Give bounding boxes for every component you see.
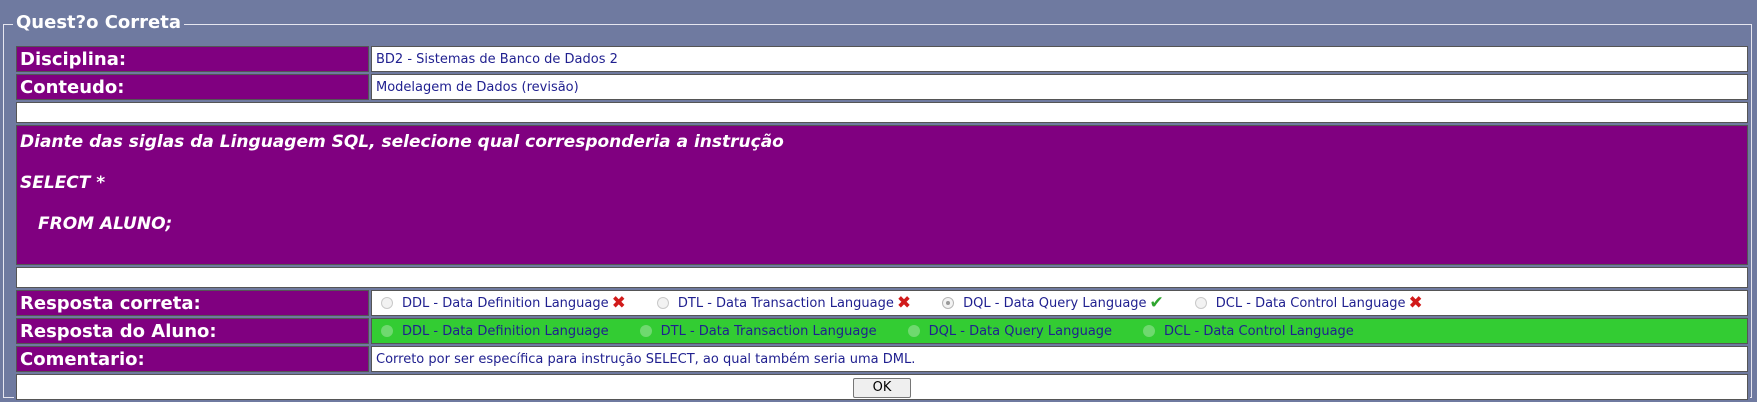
- option-label: DDL - Data Definition Language: [402, 295, 609, 311]
- spacer-cell: [16, 102, 1748, 123]
- comentario-row: Comentario: Correto por ser específica p…: [16, 346, 1748, 372]
- ok-button[interactable]: OK: [853, 377, 911, 398]
- radio-ddl[interactable]: [381, 297, 393, 309]
- radio-dcl[interactable]: [1194, 297, 1207, 309]
- aluno-option-dcl: DCL - Data Control Language: [1138, 324, 1354, 339]
- fieldset-legend: Quest?o Correta: [13, 12, 185, 34]
- option-label: DTL - Data Transaction Language: [677, 295, 894, 311]
- disciplina-label: Disciplina:: [16, 46, 369, 72]
- option-label: DCL - Data Control Language: [1164, 323, 1354, 339]
- x-icon: ✖: [611, 292, 626, 313]
- aluno-option-dql: DQL - Data Query Language: [903, 324, 1112, 339]
- radio-dtl[interactable]: [639, 325, 652, 337]
- ok-cell: OK: [16, 374, 1748, 400]
- resposta-correta-label: Resposta correta:: [16, 290, 369, 316]
- correct-option-dtl: DTL - Data Transaction Language ✖: [652, 292, 912, 313]
- comentario-label: Comentario:: [16, 346, 369, 372]
- radio-dcl[interactable]: [1143, 325, 1156, 337]
- radio-ddl[interactable]: [381, 325, 393, 337]
- spacer-row: [16, 267, 1748, 288]
- conteudo-row: Conteudo: Modelagem de Dados (revisão): [16, 74, 1748, 100]
- conteudo-label: Conteudo:: [16, 74, 369, 100]
- spacer-row: [16, 102, 1748, 123]
- resposta-correta-row: Resposta correta: DDL - Data Definition …: [16, 290, 1748, 316]
- conteudo-value: Modelagem de Dados (revisão): [371, 74, 1748, 100]
- comentario-value: Correto por ser específica para instruçã…: [371, 346, 1748, 372]
- correct-option-dcl: DCL - Data Control Language ✖: [1190, 292, 1423, 313]
- radio-dql[interactable]: [907, 325, 920, 337]
- aluno-option-dtl: DTL - Data Transaction Language: [635, 324, 877, 339]
- check-icon: ✔: [1149, 292, 1164, 313]
- statement-line-1: Diante das siglas da Linguagem SQL, sele…: [20, 132, 784, 152]
- x-icon: ✖: [1408, 292, 1423, 313]
- option-label: DDL - Data Definition Language: [402, 323, 609, 339]
- resposta-aluno-label: Resposta do Aluno:: [16, 318, 369, 344]
- disciplina-value: BD2 - Sistemas de Banco de Dados 2: [371, 46, 1748, 72]
- correct-option-dql: DQL - Data Query Language ✔: [937, 292, 1164, 313]
- resposta-aluno-options: DDL - Data Definition Language DTL - Dat…: [371, 318, 1748, 344]
- spacer-cell: [16, 267, 1748, 288]
- disciplina-row: Disciplina: BD2 - Sistemas de Banco de D…: [16, 46, 1748, 72]
- correct-option-ddl: DDL - Data Definition Language ✖: [376, 292, 626, 313]
- statement-line-2: SELECT *: [20, 173, 106, 193]
- radio-dql-selected[interactable]: [942, 297, 955, 309]
- option-label: DQL - Data Query Language: [963, 295, 1147, 311]
- aluno-option-ddl: DDL - Data Definition Language: [376, 324, 609, 339]
- radio-dtl[interactable]: [656, 297, 669, 309]
- resposta-aluno-row: Resposta do Aluno: DDL - Data Definition…: [16, 318, 1748, 344]
- question-statement: Diante das siglas da Linguagem SQL, sele…: [16, 125, 1748, 265]
- statement-line-3: FROM ALUNO;: [38, 214, 173, 234]
- ok-row: OK: [16, 374, 1748, 400]
- x-icon: ✖: [896, 292, 912, 313]
- option-label: DQL - Data Query Language: [928, 323, 1113, 339]
- question-table: Disciplina: BD2 - Sistemas de Banco de D…: [14, 44, 1750, 402]
- resposta-correta-options: DDL - Data Definition Language ✖ DTL - D…: [371, 290, 1748, 316]
- option-label: DTL - Data Transaction Language: [660, 323, 877, 339]
- statement-row: Diante das siglas da Linguagem SQL, sele…: [16, 125, 1748, 265]
- option-label: DCL - Data Control Language: [1215, 295, 1406, 311]
